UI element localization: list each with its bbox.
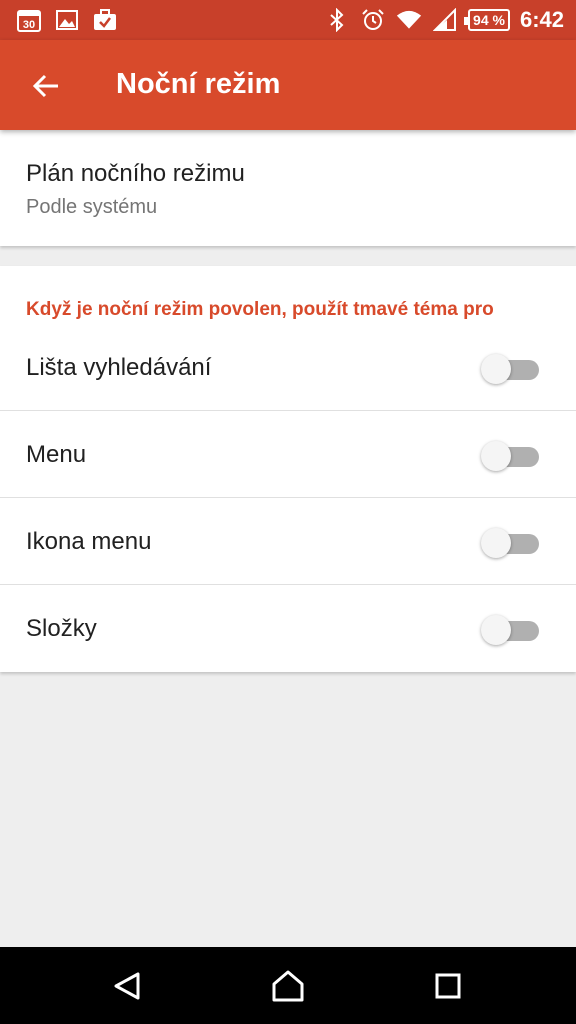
alarm-icon [360,8,386,32]
back-triangle-icon [114,972,140,1000]
system-icons: 94 % 6:42 [324,6,564,34]
wifi-icon [396,8,422,32]
status-bar: 30 94 % 6:42 [0,0,576,40]
battery-percent: 94 % [473,12,505,28]
schedule-value: Podle systému [26,196,158,218]
toggle-thumb [481,528,511,558]
setting-label: Lišta vyhledávání [26,354,212,381]
recents-icon [435,973,461,999]
toggle-thumb [481,441,511,471]
signal-icon [432,8,458,32]
bluetooth-icon [324,8,350,32]
nav-back-button[interactable] [104,963,150,1009]
notification-icons: 30 [16,8,118,32]
briefcase-check-icon [92,8,118,32]
home-icon [272,970,304,1002]
setting-label: Složky [26,615,97,642]
calendar-day: 30 [23,19,35,31]
toggle-thumb [481,354,511,384]
calendar-icon: 30 [16,8,42,32]
setting-row-menu-icon[interactable]: Ikona menu [0,498,576,585]
night-mode-schedule-item[interactable]: Plán nočního režimu Podle systému [0,130,576,246]
page-title: Noční režim [116,68,281,100]
menu-toggle[interactable] [481,441,539,471]
setting-row-folders[interactable]: Složky [0,585,576,672]
navigation-bar [0,947,576,1024]
battery-icon: 94 % [464,9,510,31]
arrow-back-icon [32,74,58,98]
setting-label: Ikona menu [26,528,152,555]
schedule-title: Plán nočního režimu [26,160,245,187]
menu-icon-toggle[interactable] [481,528,539,558]
setting-row-search-bar[interactable]: Lišta vyhledávání [0,324,576,411]
nav-recents-button[interactable] [425,963,471,1009]
setting-label: Menu [26,441,87,468]
section-header: Když je noční režim povolen, použít tmav… [26,299,494,320]
app-bar: Noční režim [0,40,576,130]
search-bar-toggle[interactable] [481,354,539,384]
clock: 6:42 [519,7,564,32]
toggle-thumb [481,615,511,645]
folders-toggle[interactable] [481,615,539,645]
back-button[interactable] [26,66,66,106]
image-icon [54,8,80,32]
nav-home-button[interactable] [265,963,311,1009]
dark-theme-settings-card: Když je noční režim povolen, použít tmav… [0,266,576,672]
setting-row-menu[interactable]: Menu [0,411,576,498]
